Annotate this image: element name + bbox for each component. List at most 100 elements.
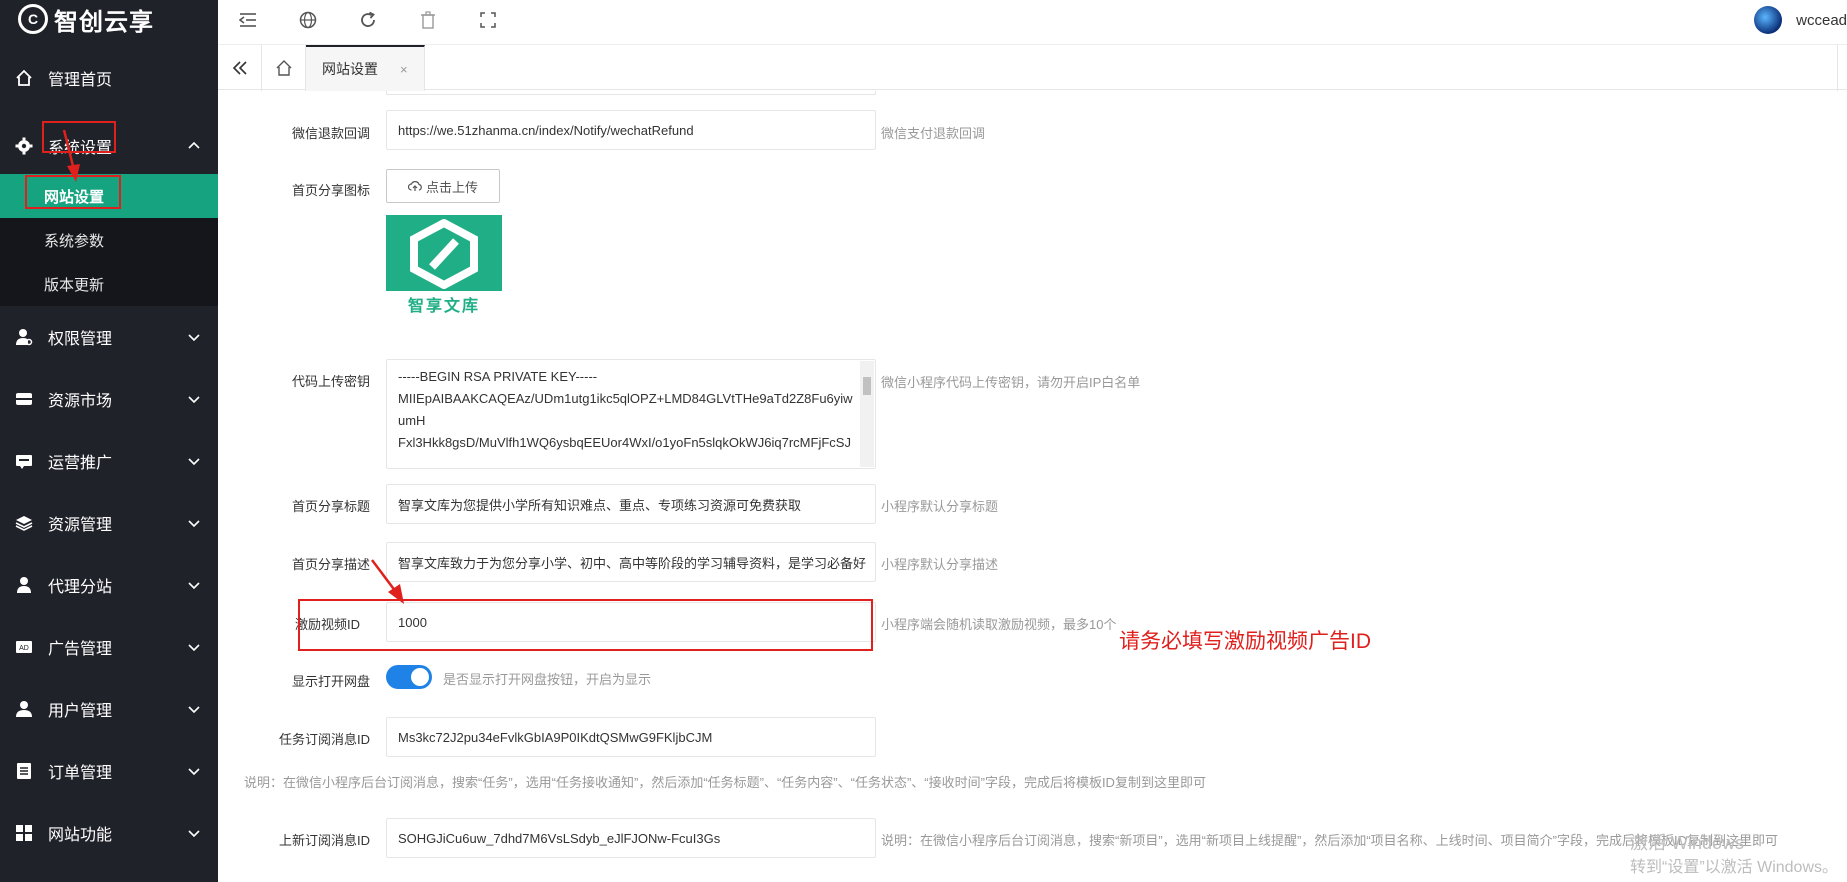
- reward-video-hint: 小程序端会随机读取激励视频，最多10个: [881, 617, 1117, 632]
- user-icon: [14, 699, 34, 719]
- refund-callback-label: 微信退款回调: [291, 126, 370, 141]
- chevron-down-icon: [188, 520, 200, 528]
- share-icon-label: 首页分享图标: [291, 183, 370, 198]
- task-sub-id-input[interactable]: Ms3kc72J2pu34eFvlkGbIA9P0IKdtQSMwG9FKljb…: [386, 717, 876, 757]
- sidebar-item-agent-sites[interactable]: 代理分站: [0, 554, 218, 616]
- sidebar-item-resource-manage[interactable]: 资源管理: [0, 492, 218, 554]
- reward-video-input[interactable]: 1000: [386, 602, 876, 642]
- task-sub-note: 说明：在微信小程序后台订阅消息，搜索“任务”，选用“任务接收通知”，然后添加“任…: [244, 775, 1206, 790]
- sidebar-item-label: 网站功能: [48, 827, 113, 844]
- upload-button-label: 点击上传: [425, 179, 478, 195]
- show-netdisk-toggle[interactable]: [386, 665, 432, 689]
- user-menu[interactable]: wccead: [1754, 0, 1847, 40]
- share-title-label: 首页分享标题: [291, 499, 370, 514]
- tab-website-settings[interactable]: 网站设置 ×: [306, 45, 425, 91]
- close-icon[interactable]: ×: [400, 62, 408, 77]
- chevron-up-icon: [188, 141, 200, 149]
- sidebar-item-label: 资源市场: [48, 393, 113, 410]
- sidebar-item-label: 资源管理: [48, 517, 113, 534]
- task-sub-id-label: 任务订阅消息ID: [278, 732, 370, 747]
- logo[interactable]: C 智创云享: [0, 0, 218, 38]
- chevron-down-icon: [188, 706, 200, 714]
- gear-icon: [14, 136, 34, 156]
- sidebar-subitem-website-settings[interactable]: 网站设置: [0, 174, 218, 218]
- tabs-scroll-right[interactable]: [1837, 45, 1847, 91]
- previous-field-edge: [386, 91, 876, 95]
- upload-key-value: -----BEGIN RSA PRIVATE KEY----- MIIEpAIB…: [398, 369, 853, 450]
- sidebar-item-users[interactable]: 用户管理: [0, 678, 218, 740]
- grid-icon: [14, 823, 34, 843]
- chevron-down-icon: [188, 644, 200, 652]
- show-netdisk-hint: 是否显示打开网盘按钮，开启为显示: [443, 672, 652, 687]
- share-icon-caption: 智享文库: [386, 291, 502, 317]
- chevron-down-icon: [188, 768, 200, 776]
- logo-text: 智创云享: [54, 8, 154, 36]
- globe-icon[interactable]: [278, 0, 338, 40]
- upload-key-label: 代码上传密钥: [291, 374, 370, 389]
- share-desc-label: 首页分享描述: [291, 557, 370, 572]
- sidebar-item-label: 代理分站: [48, 579, 113, 596]
- tab-label: 网站设置: [322, 61, 378, 77]
- share-title-input[interactable]: 智享文库为您提供小学所有知识难点、重点、专项练习资源可免费获取: [386, 484, 876, 524]
- home-tab-icon[interactable]: [262, 45, 306, 91]
- sidebar-item-operations[interactable]: 运营推广: [0, 430, 218, 492]
- sidebar-subitem-version-update[interactable]: 版本更新: [0, 262, 218, 306]
- upload-button[interactable]: 点击上传: [386, 169, 500, 203]
- brand-logo-icon: [410, 219, 478, 289]
- sidebar-item-label: 广告管理: [48, 641, 113, 658]
- list-icon: [14, 761, 34, 781]
- show-netdisk-label: 显示打开网盘: [291, 674, 370, 689]
- sidebar-item-site-functions[interactable]: 网站功能: [0, 802, 218, 864]
- sidebar-item-label: 运营推广: [48, 455, 113, 472]
- chevron-down-icon: [188, 582, 200, 590]
- chevron-down-icon: [188, 830, 200, 838]
- sidebar-subitem-system-params[interactable]: 系统参数: [0, 218, 218, 262]
- sidebar-item-system-settings[interactable]: 系统设置: [0, 118, 218, 174]
- sidebar-item-label: 权限管理: [48, 331, 113, 348]
- share-desc-hint: 小程序默认分享描述: [881, 557, 999, 572]
- box-icon: [14, 389, 34, 409]
- share-title-hint: 小程序默认分享标题: [881, 499, 999, 514]
- textarea-scrollbar[interactable]: [860, 361, 874, 467]
- tabs-scroll-left-icon[interactable]: [218, 45, 262, 91]
- logo-mark-icon: C: [18, 4, 48, 34]
- layers-icon: [14, 513, 34, 533]
- collapse-menu-icon[interactable]: [218, 0, 278, 40]
- new-sub-id-input[interactable]: SOHGJiCu6uw_7dhd7M6VsLSdyb_eJlFJONw-FcuI…: [386, 818, 876, 858]
- ad-icon: AD: [14, 637, 34, 657]
- main-content: 微信退款回调 https://we.51zhanma.cn/index/Noti…: [218, 91, 1847, 882]
- sidebar-item-permissions[interactable]: 权限管理: [0, 306, 218, 368]
- sidebar-item-home[interactable]: 管理首页: [0, 38, 218, 118]
- new-sub-id-label: 上新订阅消息ID: [278, 833, 370, 848]
- sidebar-item-resource-market[interactable]: 资源市场: [0, 368, 218, 430]
- annotation-arrow-reward-video: [371, 559, 404, 604]
- clear-cache-icon[interactable]: [398, 0, 458, 40]
- avatar[interactable]: [1754, 6, 1783, 34]
- megaphone-icon: [14, 451, 34, 471]
- sidebar-item-label: 用户管理: [48, 703, 113, 720]
- sidebar-item-ads[interactable]: AD 广告管理: [0, 616, 218, 678]
- sidebar-item-label: 订单管理: [48, 765, 113, 782]
- annotation-arrow-sidebar: [62, 129, 80, 182]
- chevron-down-icon: [188, 334, 200, 342]
- fullscreen-icon[interactable]: [458, 0, 518, 40]
- refresh-icon[interactable]: [338, 0, 398, 40]
- upload-key-textarea[interactable]: -----BEGIN RSA PRIVATE KEY----- MIIEpAIB…: [386, 359, 876, 469]
- sidebar-item-label: 管理首页: [48, 72, 113, 89]
- sidebar: C 智创云享 管理首页 系统设置 网站设置 系统参数 版本更新 权限管理 资源市…: [0, 0, 218, 882]
- svg-text:AD: AD: [19, 645, 29, 652]
- toggle-knob: [411, 668, 429, 686]
- reward-video-label: 激励视频ID: [294, 617, 360, 632]
- tab-bar: 网站设置 ×: [218, 44, 1847, 91]
- sidebar-item-orders[interactable]: 订单管理: [0, 740, 218, 802]
- home-icon: [14, 68, 34, 88]
- upload-key-hint: 微信小程序代码上传密钥，请勿开启IP白名单: [881, 375, 1141, 390]
- share-icon-preview: 智享文库: [386, 215, 502, 317]
- refund-callback-input[interactable]: https://we.51zhanma.cn/index/Notify/wech…: [386, 110, 876, 150]
- system-settings-submenu: 网站设置 系统参数 版本更新: [0, 174, 218, 306]
- user-key-icon: [14, 327, 34, 347]
- cloud-upload-icon: [407, 181, 422, 191]
- scrollbar-thumb[interactable]: [863, 377, 871, 395]
- activate-windows-title: 激活 Windows: [1630, 833, 1745, 853]
- share-desc-input[interactable]: 智享文库致力于为您分享小学、初中、高中等阶段的学习辅导资料，是学习必备好: [386, 542, 876, 582]
